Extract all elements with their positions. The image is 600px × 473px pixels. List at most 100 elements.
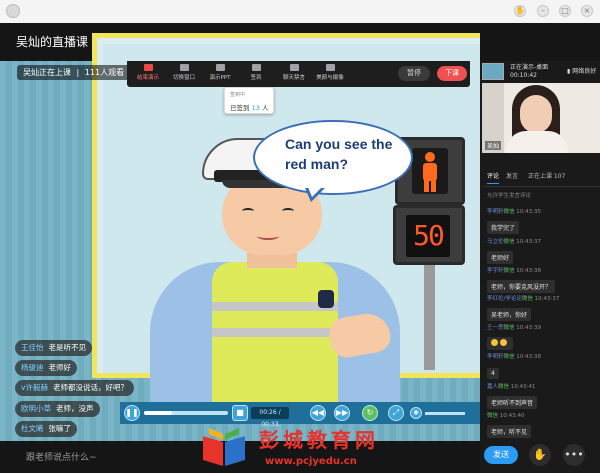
comment-time: 10:43:41 — [510, 384, 536, 390]
comment-header: 嘉人微信 10:43:41 — [487, 382, 537, 390]
checkin-popup: 签到中 已签到 13 人 — [224, 87, 274, 114]
progress-fill — [144, 411, 172, 415]
allow-comment-toggle[interactable]: 允许学生发言评论 — [487, 191, 531, 199]
more-icon[interactable]: ••• — [563, 444, 585, 466]
overlay-chat-item: 欧明小草 老师，没声 — [15, 401, 100, 417]
traffic-light-pole — [424, 250, 435, 370]
traffic-light-countdown: 50 — [393, 205, 465, 265]
checkin-count-line: 已签到 13 人 — [230, 102, 268, 112]
end-class-button[interactable]: 下课 — [437, 66, 467, 81]
chat-text: 老师好 — [48, 363, 72, 372]
overlay-chat-item: v许毅赫 老师都没说话，好吧？ — [15, 380, 134, 396]
chat-user: 杜文晞 — [21, 424, 44, 433]
rewind-icon[interactable]: ◀◀ — [310, 405, 326, 421]
hand-icon[interactable]: ✋ — [514, 5, 526, 17]
comment-item: 李明轩微信 10:43:38 4 — [487, 352, 541, 379]
minimize-icon[interactable]: – — [537, 5, 549, 17]
checkin-status: 签到中 — [230, 92, 246, 98]
checkin-count: 13 — [251, 104, 260, 112]
volume-slider[interactable] — [425, 412, 465, 415]
speech-bubble: Can you see the red man? — [253, 120, 413, 195]
share-status: 正在演示-桌面 00:10:42 — [510, 64, 548, 80]
emoji-icon — [491, 339, 498, 346]
playback-time: 00:26 / 00:33 — [251, 407, 289, 428]
switch-window-button[interactable]: 切换窗口 — [167, 64, 201, 81]
forward-icon[interactable]: ▶▶ — [334, 405, 350, 421]
overlay-chat-item: 杨骏迪 老师好 — [15, 360, 77, 376]
policeman-mouth — [257, 232, 279, 240]
comment-author: 王一思 — [487, 325, 504, 331]
teacher-camera: 吴灿 — [482, 83, 600, 153]
raise-hand-icon[interactable]: ✋ — [529, 444, 551, 466]
present-ppt-button[interactable]: 演示PPT — [203, 64, 237, 81]
comment-text: 我学完了 — [487, 221, 520, 234]
comment-time: 10:43:38 — [516, 354, 541, 360]
checkin-icon — [251, 64, 261, 71]
watermark-url: www.pcjyedu.cn — [265, 456, 357, 467]
maximize-icon[interactable]: □ — [559, 5, 571, 17]
comment-author: 李宇轩 — [487, 268, 504, 274]
tab-comments[interactable]: 评论 — [487, 171, 499, 180]
comment-source: 微信 — [503, 239, 515, 245]
tab-speak[interactable]: 发言 — [506, 171, 518, 180]
close-icon[interactable]: × — [581, 5, 593, 17]
comment-text: 老师，你要克风没开？ — [487, 280, 556, 293]
app-window: ✋ – □ × 吴灿的直播课 50 Can you see the red ma… — [0, 0, 600, 473]
mute-icon — [289, 64, 299, 71]
screen-share-thumbnail[interactable] — [482, 63, 504, 80]
checkin-button[interactable]: 签到 — [239, 64, 273, 81]
window-title: 吴灿的直播课 — [16, 35, 89, 49]
network-status: ▮ 网络良好 — [567, 66, 596, 75]
comment-source: 微信 — [521, 296, 533, 302]
chat-text: 老是听不见 — [48, 343, 87, 352]
comment-text: 老师，听不见 — [487, 425, 532, 438]
pause-icon[interactable]: ❚❚ — [124, 405, 140, 421]
checkin-prefix: 已签到 — [230, 104, 250, 112]
comment-source: 微信 — [503, 354, 515, 360]
comment-header: 李明轩微信 10:43:38 — [487, 352, 541, 360]
camera-icon — [325, 64, 335, 71]
emoji-icon — [500, 339, 507, 346]
progress-track[interactable] — [144, 411, 228, 415]
chat-input-placeholder[interactable]: 跟老师说点什么~ — [26, 450, 97, 463]
stop-share-button[interactable]: 结束演示 — [131, 64, 165, 81]
comment-header: 微信 10:43:40 — [487, 411, 531, 419]
loop-icon[interactable]: ↻ — [362, 405, 378, 421]
comment-author: 李红伦/学论论 — [487, 296, 522, 302]
comment-source: 微信 — [503, 268, 515, 274]
speech-bubble-tail-fill — [308, 187, 322, 197]
countdown-number: 50 — [406, 215, 450, 257]
network-status-label: 网络良好 — [572, 68, 597, 75]
tab-in-class[interactable]: 正在上课 107 — [528, 171, 565, 180]
live-status: 吴灿正在上课 — [23, 68, 71, 77]
chat-user: 欧明小草 — [21, 404, 51, 413]
comment-time: 10:43:39 — [516, 325, 541, 331]
stop-share-label: 结束演示 — [136, 75, 159, 81]
comment-source: 微信 — [503, 209, 515, 215]
switch-window-label: 切换窗口 — [172, 75, 195, 81]
pause-button[interactable]: 暂停 — [398, 66, 430, 81]
policeman-eye — [242, 208, 254, 214]
comment-item: 微信 10:43:40 老师，听不见 — [487, 411, 532, 438]
fullscreen-icon[interactable]: ⤢ — [388, 405, 404, 421]
live-status-chip: 吴灿正在上课 | 111人观看 — [17, 65, 131, 80]
bubble-line-1: Can you see the — [285, 136, 393, 152]
comment-text: 老师好 — [487, 251, 514, 264]
ppt-icon — [215, 64, 225, 71]
comment-item: 李红伦/学论论微信 10:43:37 吴老师，你好 — [487, 294, 559, 321]
comment-text: 4 — [487, 368, 499, 379]
comment-item: 嘉人微信 10:43:41 老师听不到声音 — [487, 382, 538, 409]
comment-text: 老师听不到声音 — [487, 396, 538, 409]
stop-icon[interactable]: ■ — [232, 405, 248, 421]
mute-chat-button[interactable]: 聊天禁言 — [277, 64, 311, 81]
camera-name-label: 吴灿 — [485, 141, 502, 150]
comment-source: 微信 — [487, 413, 499, 419]
send-button[interactable]: 发送 — [484, 446, 518, 464]
policeman-emblem — [318, 290, 334, 308]
beauty-camera-button[interactable]: 美颜与摄像 — [313, 64, 347, 81]
checkin-label: 签到 — [250, 75, 262, 81]
active-tab-indicator — [487, 183, 499, 184]
volume-icon[interactable]: ◉ — [410, 407, 422, 419]
share-duration: 00:10:42 — [510, 72, 537, 79]
policeman-vest — [212, 262, 338, 412]
